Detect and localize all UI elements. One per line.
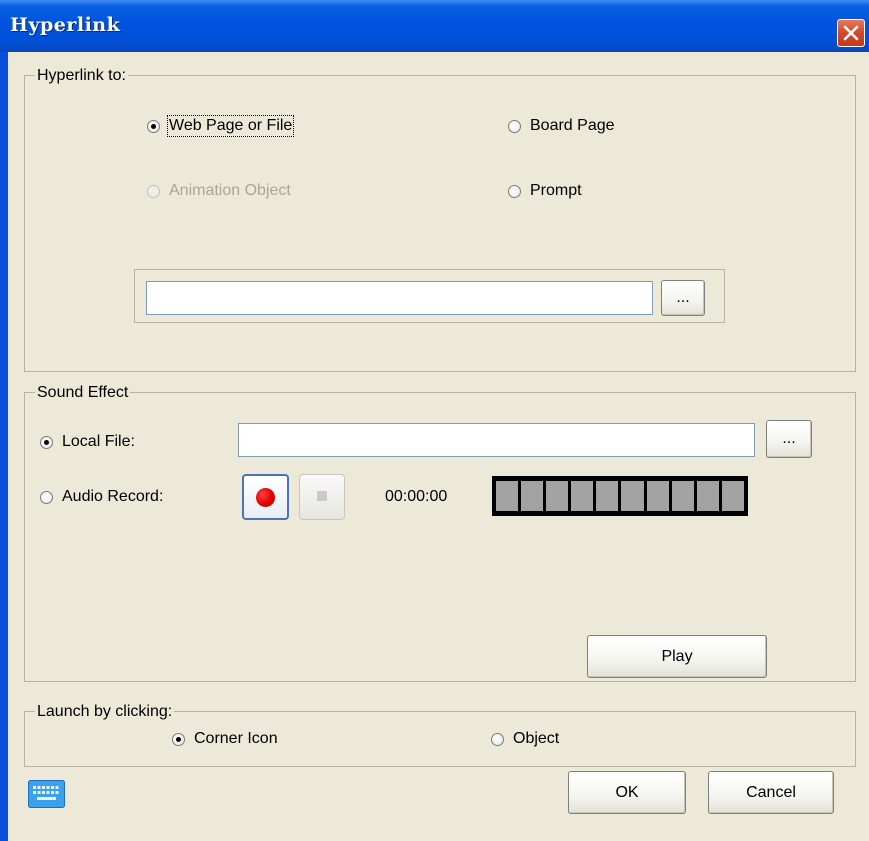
record-time: 00:00:00	[385, 488, 448, 505]
local-file-input[interactable]	[238, 423, 755, 457]
radio-indicator	[147, 119, 160, 133]
radio-local-file[interactable]: Local File:	[40, 433, 135, 451]
radio-label: Prompt	[530, 182, 582, 199]
level-segment	[596, 481, 619, 511]
radio-label: Animation Object	[169, 182, 291, 199]
hyperlink-browse-button[interactable]: ...	[661, 280, 705, 316]
radio-indicator	[508, 184, 521, 198]
radio-indicator	[40, 490, 53, 504]
radio-label: Audio Record:	[62, 488, 164, 505]
cancel-button[interactable]: Cancel	[708, 771, 834, 814]
level-segment	[721, 481, 744, 511]
radio-label: Board Page	[530, 117, 615, 134]
radio-board-page[interactable]: Board Page	[508, 117, 615, 135]
radio-label: Local File:	[62, 433, 135, 450]
radio-indicator	[491, 732, 504, 746]
level-segment	[646, 481, 669, 511]
keyboard-icon[interactable]	[28, 780, 65, 808]
level-segment	[621, 481, 644, 511]
play-button[interactable]: Play	[587, 635, 767, 678]
record-icon	[256, 488, 275, 507]
sound-effect-legend: Sound Effect	[35, 384, 131, 402]
local-file-browse-button[interactable]: ...	[766, 420, 812, 458]
hyperlink-path-input[interactable]	[146, 281, 653, 315]
radio-animation-object: Animation Object	[147, 182, 291, 200]
level-segment	[671, 481, 694, 511]
record-button[interactable]	[242, 474, 289, 520]
radio-label: Corner Icon	[194, 730, 278, 747]
radio-label: Object	[513, 730, 560, 747]
radio-object[interactable]: Object	[491, 730, 559, 748]
launch-by-clicking-legend: Launch by clicking:	[35, 703, 175, 721]
radio-indicator	[40, 435, 53, 449]
stop-button	[299, 474, 345, 520]
title-bar: Hyperlink	[0, 0, 869, 52]
level-segment	[546, 481, 569, 511]
audio-level-meter	[492, 476, 748, 516]
radio-indicator	[147, 184, 160, 198]
radio-prompt[interactable]: Prompt	[508, 182, 582, 200]
radio-label: Web Page or File	[166, 115, 295, 137]
radio-audio-record[interactable]: Audio Record:	[40, 488, 163, 506]
level-segment	[521, 481, 544, 511]
level-segment	[696, 481, 719, 511]
radio-indicator	[508, 119, 521, 133]
close-button[interactable]	[837, 19, 865, 47]
level-segment	[496, 481, 519, 511]
radio-web-page-or-file[interactable]: Web Page or File	[147, 115, 295, 137]
radio-indicator	[172, 732, 185, 746]
ok-button[interactable]: OK	[568, 771, 686, 814]
close-icon	[843, 25, 859, 41]
radio-corner-icon[interactable]: Corner Icon	[172, 730, 278, 748]
window-border	[0, 52, 8, 841]
window-title: Hyperlink	[10, 14, 121, 36]
hyperlink-to-legend: Hyperlink to:	[35, 67, 128, 85]
level-segment	[571, 481, 594, 511]
stop-icon	[317, 491, 327, 501]
